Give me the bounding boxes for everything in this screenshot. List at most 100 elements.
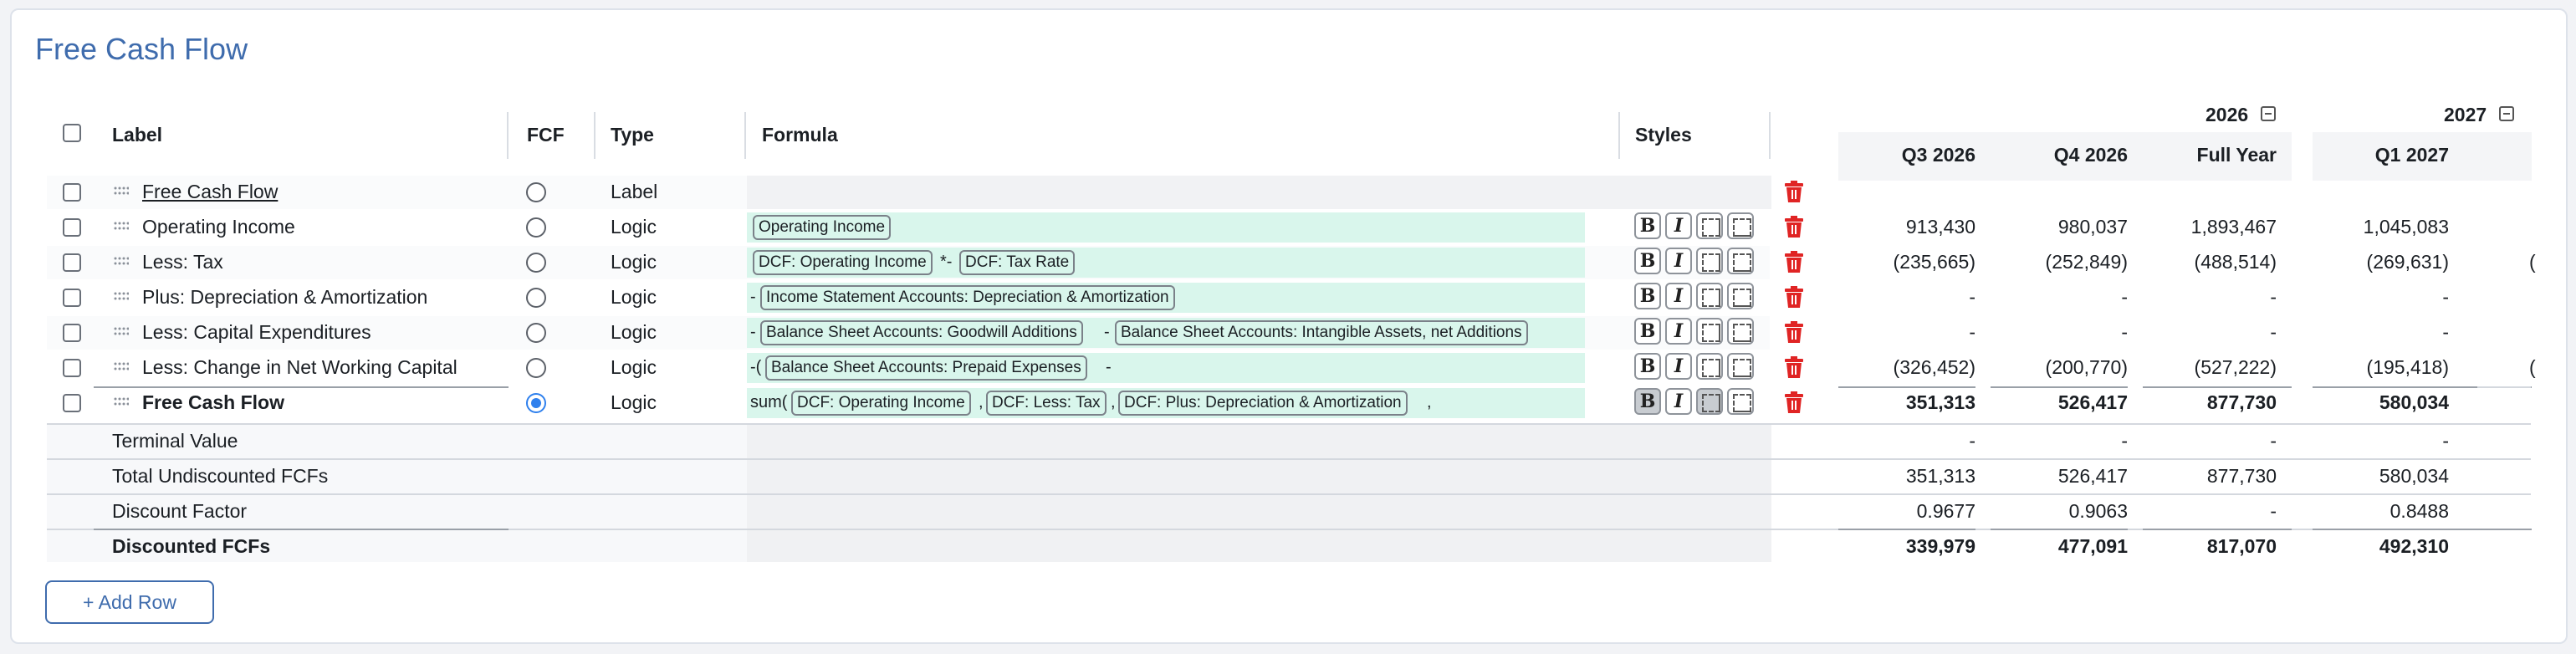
formula-chip[interactable]: DCF: Plus: Depreciation & Amortization [1118, 391, 1408, 416]
column-divider[interactable] [1769, 112, 1771, 159]
trash-icon[interactable] [1785, 216, 1803, 238]
italic-button[interactable]: I [1665, 318, 1692, 345]
trash-icon[interactable] [1785, 181, 1803, 202]
column-divider[interactable] [507, 112, 509, 159]
row-checkbox[interactable] [63, 289, 81, 307]
border-bottom-button[interactable] [1727, 318, 1754, 345]
row-type[interactable]: Logic [611, 216, 657, 238]
italic-button[interactable]: I [1665, 248, 1692, 274]
row-label[interactable]: Free Cash Flow [142, 391, 284, 414]
drag-handle-icon[interactable] [114, 397, 129, 409]
border-bottom-button[interactable] [1727, 353, 1754, 380]
row-checkbox[interactable] [63, 253, 81, 272]
value-cell: (269,631) [2366, 251, 2449, 273]
formula-chip[interactable]: Balance Sheet Accounts: Goodwill Additio… [760, 320, 1083, 345]
collapse-minus-icon[interactable] [2261, 106, 2276, 121]
bold-button[interactable]: B [1634, 318, 1661, 345]
formula-chip[interactable]: DCF: Operating Income [791, 391, 971, 416]
bold-button[interactable]: B [1634, 388, 1661, 415]
border-bottom-button[interactable] [1727, 388, 1754, 415]
drag-handle-icon[interactable] [114, 292, 129, 304]
row-type[interactable]: Label [611, 181, 657, 203]
row-type[interactable]: Logic [611, 321, 657, 344]
value-cell: 526,417 [2057, 391, 2128, 413]
row-label[interactable]: Less: Change in Net Working Capital [142, 356, 457, 379]
trash-icon[interactable] [1785, 391, 1803, 413]
fcf-radio[interactable] [526, 358, 546, 378]
add-row-button[interactable]: + Add Row [45, 580, 214, 624]
formula-operator: , [979, 393, 984, 411]
bold-button[interactable]: B [1634, 353, 1661, 380]
row-type[interactable]: Logic [611, 251, 657, 273]
italic-button[interactable]: I [1665, 212, 1692, 239]
value-cell: (235,665) [1893, 251, 1975, 273]
row-checkbox[interactable] [63, 324, 81, 342]
row-type[interactable]: Logic [611, 356, 657, 379]
border-top-button[interactable] [1696, 248, 1723, 274]
collapse-minus-icon[interactable] [2499, 106, 2514, 121]
trash-icon[interactable] [1785, 286, 1803, 308]
value-cell: - [1969, 286, 1975, 308]
fcf-radio[interactable] [526, 253, 546, 273]
formula-chip[interactable]: Balance Sheet Accounts: Intangible Asset… [1115, 320, 1528, 345]
formula-chip[interactable]: Operating Income [753, 215, 892, 240]
border-top-button[interactable] [1696, 388, 1723, 415]
bold-button[interactable]: B [1634, 248, 1661, 274]
italic-button[interactable]: I [1665, 283, 1692, 309]
drag-handle-icon[interactable] [114, 257, 129, 268]
column-divider[interactable] [744, 112, 746, 159]
formula-chip[interactable]: Income Statement Accounts: Depreciation … [760, 285, 1175, 310]
row-label[interactable]: Less: Capital Expenditures [142, 321, 371, 344]
formula-chip[interactable]: DCF: Operating Income [753, 250, 933, 275]
formula-chip[interactable]: Balance Sheet Accounts: Prepaid Expenses [765, 355, 1087, 381]
formula-chip[interactable]: DCF: Less: Tax [986, 391, 1107, 416]
column-divider[interactable] [1618, 112, 1620, 159]
header-formula: Formula [762, 124, 838, 146]
trash-icon[interactable] [1785, 251, 1803, 273]
border-bottom-button[interactable] [1727, 248, 1754, 274]
row-checkbox[interactable] [63, 218, 81, 237]
row-checkbox[interactable] [63, 359, 81, 377]
bold-button[interactable]: B [1634, 212, 1661, 239]
bold-button[interactable]: B [1634, 283, 1661, 309]
row-label[interactable]: Free Cash Flow [142, 181, 278, 203]
border-bottom-button[interactable] [1727, 283, 1754, 309]
column-divider[interactable] [594, 112, 595, 159]
value-cell: - [2121, 321, 2128, 343]
border-top-button[interactable] [1696, 212, 1723, 239]
border-bottom-button[interactable] [1727, 212, 1754, 239]
drag-handle-icon[interactable] [114, 186, 129, 198]
row-label[interactable]: Less: Tax [142, 251, 223, 273]
italic-button[interactable]: I [1665, 353, 1692, 380]
fcf-radio[interactable] [526, 182, 546, 202]
fcf-radio-selected[interactable] [526, 393, 546, 413]
fcf-radio[interactable] [526, 288, 546, 308]
italic-button[interactable]: I [1665, 388, 1692, 415]
formula-chip[interactable]: DCF: Tax Rate [959, 250, 1076, 275]
value-cell: 580,034 [2379, 391, 2449, 413]
fcf-radio[interactable] [526, 323, 546, 343]
row-label[interactable]: Operating Income [142, 216, 295, 238]
row-label[interactable]: Plus: Depreciation & Amortization [142, 286, 427, 309]
trash-icon[interactable] [1785, 356, 1803, 378]
border-top-button[interactable] [1696, 318, 1723, 345]
value-cell: - [2270, 286, 2277, 308]
formula-operator: sum( [750, 393, 788, 411]
trash-icon[interactable] [1785, 321, 1803, 343]
value-cell: - [2121, 286, 2128, 308]
border-top-button[interactable] [1696, 283, 1723, 309]
row-type[interactable]: Logic [611, 286, 657, 309]
value-cell: 351,313 [1905, 391, 1975, 413]
summary-formula-area [747, 423, 1771, 562]
drag-handle-icon[interactable] [114, 362, 129, 374]
row-type[interactable]: Logic [611, 391, 657, 414]
clipped-cell: ( [2529, 356, 2536, 378]
drag-handle-icon[interactable] [114, 222, 129, 233]
summary-label: Total Undiscounted FCFs [112, 465, 329, 487]
drag-handle-icon[interactable] [114, 327, 129, 339]
row-checkbox[interactable] [63, 394, 81, 412]
select-all-checkbox[interactable] [63, 124, 81, 142]
border-top-button[interactable] [1696, 353, 1723, 380]
row-checkbox[interactable] [63, 183, 81, 202]
fcf-radio[interactable] [526, 217, 546, 238]
